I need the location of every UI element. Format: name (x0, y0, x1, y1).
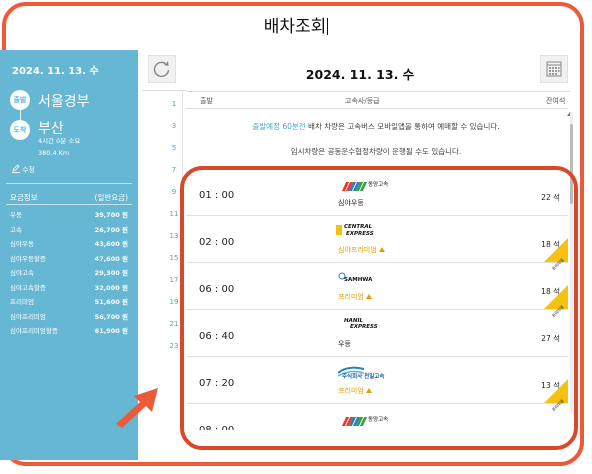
departure-badge: 출발 (10, 90, 30, 110)
highlight-box (180, 166, 578, 450)
travel-duration: 4시간 0분 소요 (38, 137, 81, 145)
fare-row: 우등 39,700 원 (10, 208, 128, 223)
fare-price: 29,300 원 (94, 269, 128, 277)
page-title: 배차조회 (263, 17, 329, 37)
side-index-number: 19 (169, 298, 179, 306)
calendar-icon (546, 61, 562, 77)
divider (6, 204, 132, 205)
fare-price: 32,000 원 (94, 283, 128, 292)
column-header-company: 고속사/등급 (345, 97, 380, 105)
fare-row: 프리미엄 51,600 원 (10, 295, 128, 310)
arrival-badge: 도착 (10, 120, 30, 140)
notice-mobile: 출발예정 60분전 배차 차량은 고속버스 모바일앱을 통하여 예매할 수 있습… (186, 121, 566, 132)
fare-subtitle: (일반요금) (94, 193, 128, 202)
fare-row: 심야프리미엄할증 61,900 원 (10, 324, 128, 339)
side-index-number: 21 (169, 320, 179, 328)
edit-route-button[interactable]: 수정 (12, 164, 35, 175)
column-header-seats: 잔여석 (546, 97, 566, 105)
fare-price: 56,700 원 (94, 312, 128, 321)
side-index-number: 17 (169, 276, 179, 284)
fare-price: 39,700 원 (94, 211, 128, 219)
side-index-number: 11 (169, 210, 179, 218)
fare-grade: 프리미엄 (10, 298, 34, 306)
fare-row: 심야고속 29,300 원 (10, 266, 128, 281)
fare-grade: 심야프리미엄할증 (10, 327, 58, 335)
divider (186, 108, 568, 109)
side-index-number: 1 (171, 100, 177, 108)
fare-grade: 고속 (10, 225, 22, 234)
notice-text: 배차 차량은 고속버스 모바일앱을 통하여 예매할 수 있습니다. (305, 122, 500, 131)
selected-date: 2024. 11. 13. 수 (12, 66, 99, 77)
refresh-icon (153, 61, 170, 78)
departure-terminal: 서울경부 (38, 94, 90, 110)
fare-row: 심야고속할증 32,000 원 (10, 281, 128, 296)
arrival-terminal: 부산 (38, 121, 64, 137)
fare-grade: 심야우등 (10, 240, 34, 248)
edit-label: 수정 (22, 166, 35, 174)
pencil-icon (12, 164, 20, 173)
fare-price: 26,700 원 (94, 225, 128, 234)
pointer-arrow-icon (116, 388, 158, 428)
refresh-button[interactable] (148, 55, 176, 83)
side-index-number: 7 (171, 166, 177, 174)
side-index-number: 13 (169, 232, 179, 240)
fare-price: 47,600 원 (94, 254, 128, 263)
fare-grade: 심야고속할증 (10, 283, 46, 292)
schedule-date: 2024. 11. 13. 수 (305, 67, 415, 82)
notice-highlight: 출발예정 60분전 (252, 122, 306, 131)
fare-grade: 심야우등할증 (10, 254, 46, 263)
fare-row: 심야프리미엄 56,700 원 (10, 310, 128, 325)
divider (142, 90, 186, 91)
column-header-departure: 출발 (200, 97, 213, 105)
fare-grade: 심야고속 (10, 269, 34, 277)
travel-distance: 380.4 Km (38, 149, 70, 157)
fare-price: 43,600 원 (94, 240, 128, 248)
fare-title: 요금정보 (10, 193, 38, 202)
divider (186, 91, 570, 92)
side-index-number: 3 (171, 122, 177, 130)
fare-grade: 심야프리미엄 (10, 312, 46, 321)
fare-list: 우등 39,700 원고속 26,700 원심야우등 43,600 원심야우등할증 47… (10, 208, 128, 339)
side-index-number: 5 (171, 144, 177, 152)
fare-price: 61,900 원 (94, 327, 128, 335)
side-index-number: 15 (169, 254, 179, 262)
divider (6, 183, 132, 184)
fare-grade: 우등 (10, 211, 22, 219)
fare-row: 심야우등 43,600 원 (10, 237, 128, 252)
fare-row: 고속 26,700 원 (10, 223, 128, 238)
notice-temporary: 임시차량은 공동운수협정차량이 운행될 수도 있습니다. (290, 147, 462, 156)
fare-row: 심야우등할증 47,600 원 (10, 252, 128, 267)
fare-price: 51,600 원 (94, 298, 128, 306)
calendar-button[interactable] (540, 55, 568, 83)
side-index-number: 23 (169, 342, 179, 350)
side-index-number: 9 (171, 188, 177, 196)
